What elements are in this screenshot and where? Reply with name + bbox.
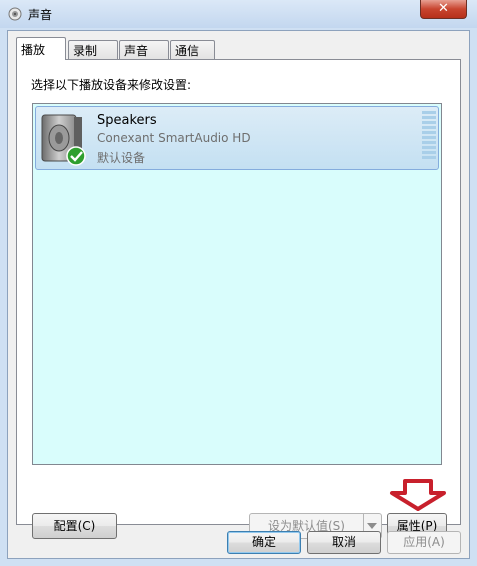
arrow-down-icon [390,479,446,511]
tab-communications[interactable]: 通信 [170,40,215,59]
playback-panel: 选择以下播放设备来修改设置: Speakers Conexant SmartAu… [16,59,461,539]
title-bar: 声音 ✕ [0,0,477,28]
cancel-button[interactable]: 取消 [307,531,381,554]
configure-button[interactable]: 配置(C) [32,513,117,539]
sound-icon [8,7,22,21]
window-title: 声音 [28,8,53,22]
speaker-icon [41,114,86,166]
close-button[interactable]: ✕ [420,0,467,19]
ok-button[interactable]: 确定 [227,531,301,554]
instruction-label: 选择以下播放设备来修改设置: [31,78,192,92]
tab-playback[interactable]: 播放 [16,37,66,60]
tab-sounds[interactable]: 声音 [119,40,169,59]
device-status: 默认设备 [97,151,146,165]
chevron-down-icon [367,523,377,529]
tab-recording[interactable]: 录制 [68,40,118,59]
close-icon: ✕ [438,1,449,16]
device-description: Conexant SmartAudio HD [97,131,251,145]
apply-button[interactable]: 应用(A) [387,531,461,554]
sound-dialog: 播放 录制 声音 通信 选择以下播放设备来修改设置: Speakers Cone… [7,30,470,559]
device-speakers[interactable]: Speakers Conexant SmartAudio HD 默认设备 [35,106,439,170]
device-list[interactable]: Speakers Conexant SmartAudio HD 默认设备 [32,103,446,511]
device-name: Speakers [97,113,157,128]
volume-level-meter [422,111,436,163]
